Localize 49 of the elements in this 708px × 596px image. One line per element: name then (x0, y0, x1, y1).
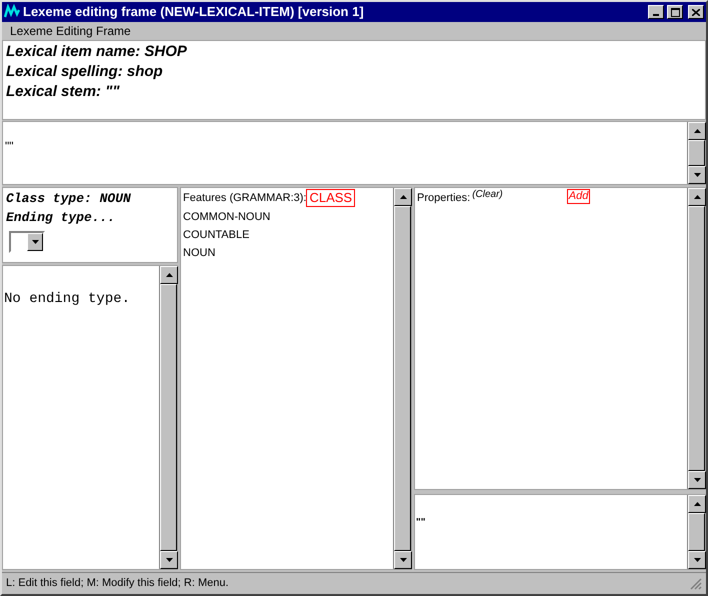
clear-link[interactable]: (Clear) (472, 189, 503, 201)
menu-item[interactable]: Lexeme Editing Frame (10, 22, 131, 40)
up-arrow-icon (400, 195, 406, 199)
resize-grip-icon (690, 578, 702, 590)
scroll-up-button[interactable] (394, 188, 412, 206)
class-button[interactable]: CLASS (306, 189, 356, 207)
minimize-button[interactable] (648, 5, 664, 19)
ending-type-label: Ending type... (6, 209, 116, 227)
up-arrow-icon (694, 195, 700, 199)
ending-type-text: No ending type. (4, 291, 130, 307)
header-line: Lexical stem: "" (6, 82, 120, 102)
close-icon (692, 8, 700, 16)
up-arrow-icon (694, 129, 700, 133)
up-arrow-icon (166, 273, 172, 277)
caret-icon (32, 240, 38, 244)
property-value: "" (416, 517, 426, 528)
scroll-up-button[interactable] (688, 495, 706, 513)
features-label: Features (GRAMMAR:3): (183, 191, 306, 206)
add-button[interactable]: Add (566, 189, 590, 204)
maximize-button[interactable] (667, 5, 683, 19)
maximize-icon (670, 8, 680, 16)
scroll-down-button[interactable] (688, 166, 706, 184)
scroll-up-button[interactable] (688, 122, 706, 140)
feature-item[interactable]: COUNTABLE (183, 227, 391, 243)
scroll-down-button[interactable] (160, 551, 178, 569)
close-button[interactable] (688, 5, 704, 19)
scroll-up-button[interactable] (688, 188, 706, 206)
scroll-up-button[interactable] (160, 266, 178, 284)
down-arrow-icon (166, 558, 172, 562)
down-arrow-icon (694, 478, 700, 482)
up-arrow-icon (694, 502, 700, 506)
minimize-icon (653, 14, 659, 16)
app-logo-icon (4, 4, 20, 20)
stem-value: "" (5, 140, 14, 152)
scroll-down-button[interactable] (688, 471, 706, 489)
down-arrow-icon (400, 558, 406, 562)
scroll-down-button[interactable] (394, 551, 412, 569)
header-line: Lexical item name: SHOP (6, 42, 188, 62)
class-type-label: Class type: NOUN (6, 190, 132, 208)
feature-item[interactable]: COMMON-NOUN (183, 209, 391, 225)
down-arrow-icon (694, 558, 700, 562)
down-arrow-icon (694, 173, 700, 177)
scroll-down-button[interactable] (688, 551, 706, 569)
properties-label: Properties: (417, 191, 470, 205)
window-title: Lexeme editing frame (NEW-LEXICAL-ITEM) [version 1] (23, 3, 365, 22)
header-line: Lexical spelling: shop (6, 62, 164, 82)
ending-type-dropdown[interactable] (9, 231, 45, 253)
feature-item[interactable]: NOUN (183, 245, 391, 261)
status-text: L: Edit this field; M: Modify this field; R: Menu. (6, 576, 229, 592)
